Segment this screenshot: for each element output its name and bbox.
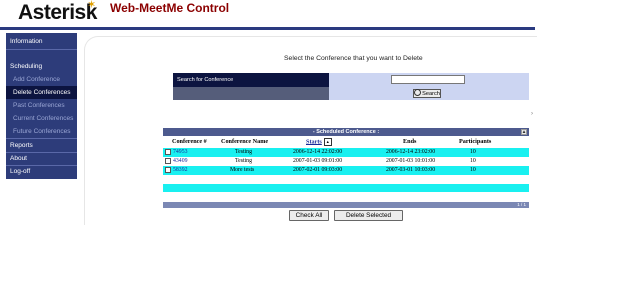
sidebar: Information Scheduling Add Conference De… <box>6 33 77 179</box>
row-checkbox[interactable] <box>165 167 171 173</box>
col-ends: Ends <box>403 138 417 145</box>
header-divider <box>0 27 535 30</box>
conference-name: Testing <box>235 149 252 155</box>
conference-start: 2006-12-14 22:02:00 <box>293 149 343 155</box>
search-row: Search for Conference <box>173 73 529 87</box>
row-checkbox[interactable] <box>165 149 171 155</box>
conference-id[interactable]: 43409 <box>173 157 188 166</box>
check-all-button[interactable]: Check All <box>289 210 329 221</box>
table-spacer-band <box>163 184 529 192</box>
search-icon <box>414 89 422 97</box>
nav-delete-conferences[interactable]: Delete Conferences <box>6 86 77 99</box>
panel-header: - Scheduled Conference : ▴ <box>163 128 529 136</box>
nav-scheduling[interactable]: Scheduling <box>6 60 77 73</box>
delete-selected-button[interactable]: Delete Selected <box>334 210 403 221</box>
search-button[interactable]: Search <box>413 89 441 98</box>
table-row: 58392 More tests 2007-02-01 09:03:00 200… <box>163 166 529 175</box>
search-row-filler <box>173 87 329 100</box>
search-button-row: Search <box>173 87 529 100</box>
col-participants: Participants <box>459 138 492 145</box>
nav-past-conferences[interactable]: Past Conferences <box>6 99 77 112</box>
nav-about[interactable]: About <box>6 152 77 165</box>
search-form: Search for Conference Search <box>173 73 529 100</box>
nav-future-conferences[interactable]: Future Conferences <box>6 125 77 138</box>
conference-participants: 10 <box>470 149 476 155</box>
search-button-label: Search <box>422 91 440 97</box>
header: Asterisk ✶ Web-MeetMe Control <box>0 0 535 28</box>
collapse-icon[interactable]: ▴ <box>521 129 527 135</box>
conference-participants: 10 <box>470 158 476 164</box>
conference-start: 2007-01-03 09:01:00 <box>293 158 343 164</box>
col-conference-name: Conference Name <box>221 138 269 145</box>
conference-name: More tests <box>230 167 255 173</box>
search-input[interactable] <box>391 75 465 84</box>
nav-current-conferences[interactable]: Current Conferences <box>6 112 77 125</box>
page-heading: Select the Conference that you want to D… <box>284 55 423 62</box>
nav-log-off[interactable]: Log-off <box>6 165 77 178</box>
col-starts[interactable]: Starts ▴ <box>306 138 332 146</box>
conference-end: 2007-01-03 10:01:00 <box>386 158 436 164</box>
app-window: Asterisk ✶ Web-MeetMe Control Informatio… <box>0 0 537 225</box>
conference-id[interactable]: 74953 <box>173 148 188 157</box>
conference-end: 2007-03-01 10:03:00 <box>386 167 436 173</box>
nav-add-conference[interactable]: Add Conference <box>6 73 77 86</box>
sort-starts-link[interactable]: Starts <box>306 138 322 145</box>
panel-title: - Scheduled Conference : <box>312 129 380 135</box>
star-icon: ✶ <box>87 0 97 11</box>
table-row: 43409 Testing 2007-01-03 09:01:00 2007-0… <box>163 157 529 166</box>
nav-divider <box>6 49 77 50</box>
scroll-arrow-icon[interactable]: › <box>531 111 533 117</box>
row-checkbox[interactable] <box>165 158 171 164</box>
table-row: 74953 Testing 2006-12-14 22:02:00 2006-1… <box>163 148 529 157</box>
conference-start: 2007-02-01 09:03:00 <box>293 167 343 173</box>
conference-end: 2006-12-14 23:02:00 <box>386 149 436 155</box>
search-button-cell: Search <box>329 87 529 100</box>
col-conference-number: Conference # <box>172 138 207 145</box>
app-title: Web-MeetMe Control <box>110 1 230 15</box>
search-label: Search for Conference <box>173 73 329 87</box>
panel-footer: 1 / 1 <box>163 202 529 208</box>
conference-name: Testing <box>235 158 252 164</box>
search-input-cell <box>329 73 529 87</box>
sort-icon[interactable]: ▴ <box>323 138 332 146</box>
scheduled-conference-panel: - Scheduled Conference : ▴ Conference # … <box>163 128 529 210</box>
nav-information[interactable]: Information <box>6 35 77 48</box>
conference-id[interactable]: 58392 <box>173 166 188 175</box>
asterisk-logo: Asterisk <box>18 1 97 24</box>
conference-participants: 10 <box>470 167 476 173</box>
nav-reports[interactable]: Reports <box>6 139 77 152</box>
